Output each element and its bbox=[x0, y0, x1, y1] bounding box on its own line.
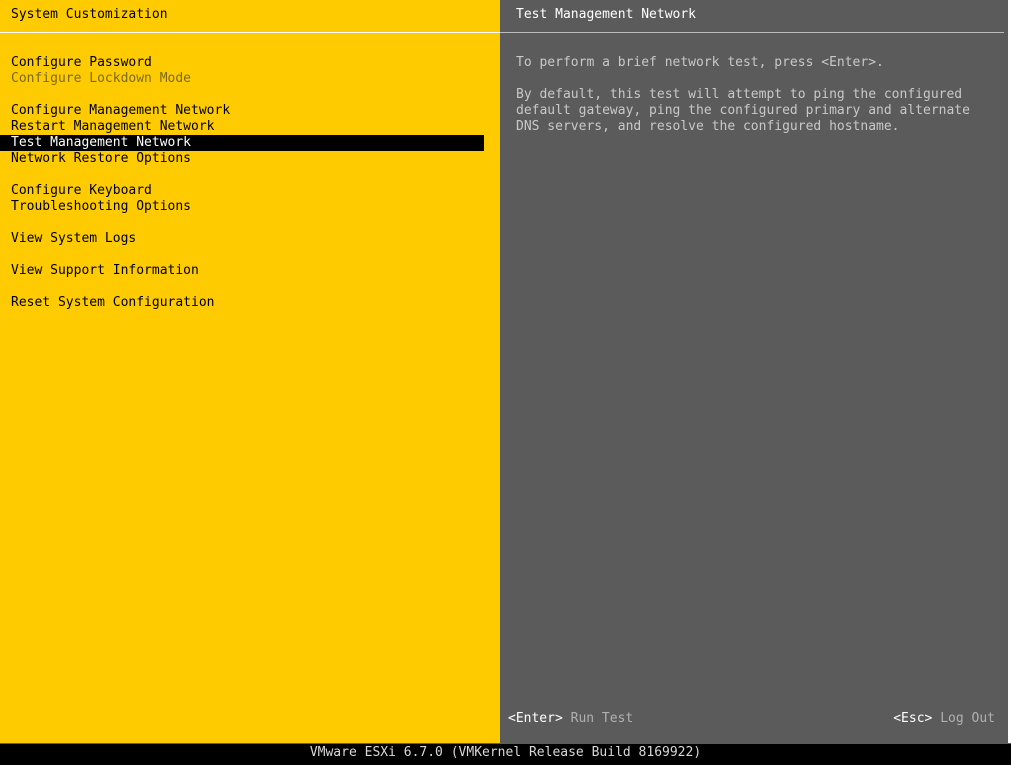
detail-title: Test Management Network bbox=[516, 7, 697, 22]
log-out-hint[interactable]: <Esc> Log Out bbox=[893, 711, 995, 727]
menu-item-reset-system-configuration[interactable]: Reset System Configuration bbox=[0, 295, 484, 311]
menu-item-troubleshooting-options[interactable]: Troubleshooting Options bbox=[0, 199, 484, 215]
enter-key-label: <Enter> bbox=[508, 711, 563, 726]
menu-item-configure-management-network[interactable]: Configure Management Network bbox=[0, 103, 484, 119]
menu-item-test-management-network[interactable]: Test Management Network bbox=[0, 135, 484, 151]
title-divider bbox=[0, 32, 500, 33]
menu-spacer bbox=[0, 87, 500, 103]
detail-description-line: DNS servers, and resolve the configured … bbox=[516, 119, 900, 134]
status-bar: VMware ESXi 6.7.0 (VMKernel Release Buil… bbox=[0, 743, 1011, 765]
detail-instruction: To perform a brief network test, press <… bbox=[516, 55, 884, 70]
detail-panel: Test Management Network To perform a bri… bbox=[500, 0, 1008, 743]
run-test-label: Run Test bbox=[570, 711, 634, 726]
system-customization-panel: System Customization Configure Password … bbox=[0, 0, 500, 743]
menu-item-restart-management-network[interactable]: Restart Management Network bbox=[0, 119, 484, 135]
esc-key-label: <Esc> bbox=[893, 711, 933, 726]
detail-description-line: By default, this test will attempt to pi… bbox=[516, 87, 963, 102]
menu-spacer bbox=[0, 215, 500, 231]
menu-item-network-restore-options[interactable]: Network Restore Options bbox=[0, 151, 484, 167]
detail-description-line: default gateway, ping the configured pri… bbox=[516, 103, 970, 118]
title-divider bbox=[500, 32, 1004, 33]
menu-spacer bbox=[0, 247, 500, 263]
menu-item-configure-keyboard[interactable]: Configure Keyboard bbox=[0, 183, 484, 199]
version-info: VMware ESXi 6.7.0 (VMKernel Release Buil… bbox=[309, 745, 702, 760]
menu-item-configure-lockdown-mode[interactable]: Configure Lockdown Mode bbox=[0, 71, 484, 87]
menu-spacer bbox=[0, 279, 500, 295]
menu-item-view-support-information[interactable]: View Support Information bbox=[0, 263, 484, 279]
menu-item-configure-password[interactable]: Configure Password bbox=[0, 55, 484, 71]
menu-item-view-system-logs[interactable]: View System Logs bbox=[0, 231, 484, 247]
log-out-label: Log Out bbox=[940, 711, 995, 726]
run-test-hint[interactable]: <Enter> Run Test bbox=[508, 711, 633, 727]
menu-spacer bbox=[0, 167, 500, 183]
customization-menu: Configure Password Configure Lockdown Mo… bbox=[0, 55, 500, 311]
panel-title: System Customization bbox=[11, 7, 168, 22]
